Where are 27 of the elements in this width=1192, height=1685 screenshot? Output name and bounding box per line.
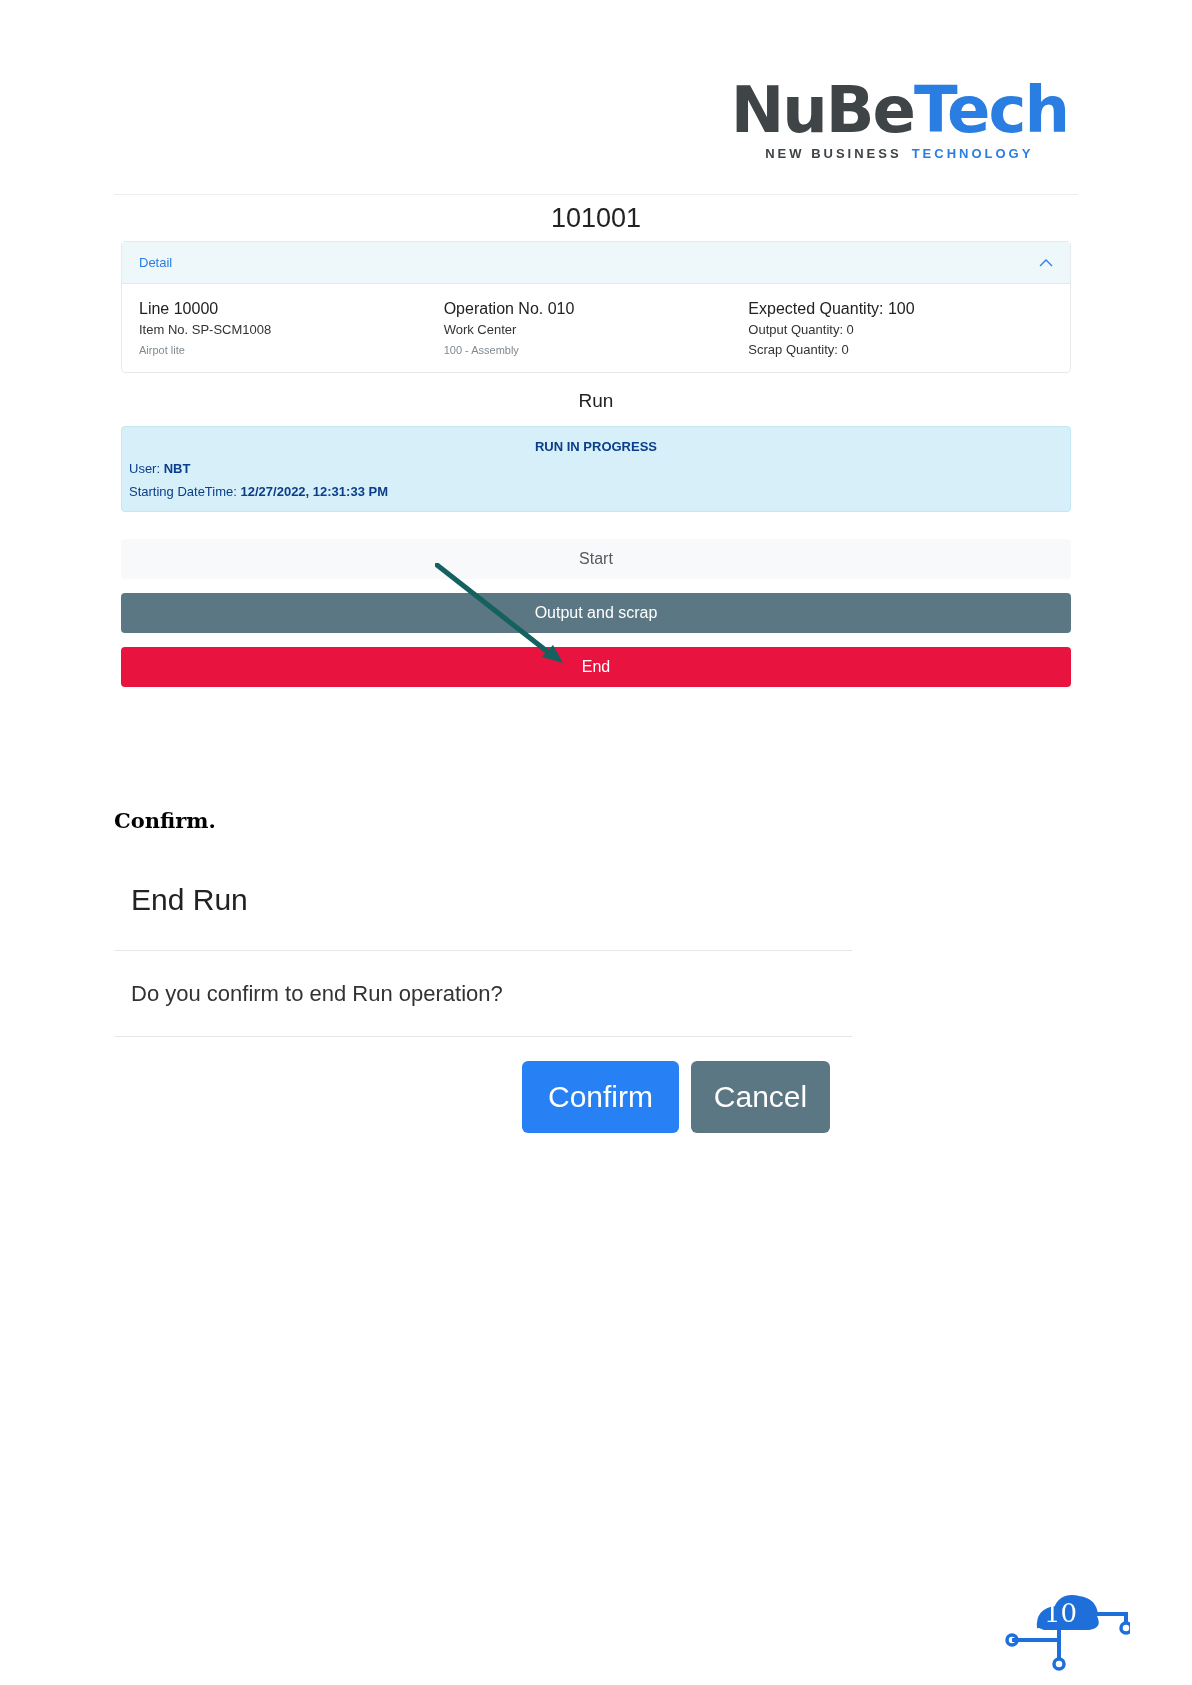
status-heading: RUN IN PROGRESS: [534, 437, 658, 456]
caption-text: Confirm.: [114, 808, 216, 833]
logo-wordmark: NuBe: [730, 78, 914, 142]
detail-heading: Expected Quantity: 100: [748, 299, 916, 319]
dialog-message: Do you confirm to end Run operation?: [131, 980, 503, 1006]
detail-text: Scrap Quantity: 0: [748, 341, 850, 359]
logo-tagline: NEW BUSINESS: [765, 145, 902, 163]
detail-text: Output Quantity: 0: [748, 321, 855, 339]
dialog-button[interactable]: Confirm: [522, 1060, 679, 1133]
detail-text: Airpot lite: [139, 343, 186, 358]
status-text: User: NBT: [129, 460, 192, 478]
order-title: 101001: [550, 201, 642, 235]
logo-tagline: TECHNOLOGY: [911, 145, 1034, 163]
detail-text: Work Center: [443, 321, 518, 339]
detail-text: Item No. SP-SCM1008: [139, 321, 273, 339]
accordion-header[interactable]: Detail: [122, 242, 1070, 284]
detail-heading: Line 10000: [139, 299, 220, 319]
action-button[interactable]: End: [121, 647, 1071, 687]
detail-heading: Operation No. 010: [443, 299, 576, 319]
status-text: Starting DateTime: 12/27/2022, 12:31:33 PM: [129, 483, 389, 501]
action-button[interactable]: Start: [121, 539, 1071, 579]
logo-wordmark: Tech: [913, 78, 1068, 142]
dialog-title: End Run: [131, 882, 248, 916]
detail-text: 100 - Assembly: [443, 343, 520, 358]
dialog-button[interactable]: Cancel: [691, 1060, 830, 1133]
action-button[interactable]: Output and scrap: [121, 593, 1071, 633]
section-title: Run: [578, 389, 614, 413]
